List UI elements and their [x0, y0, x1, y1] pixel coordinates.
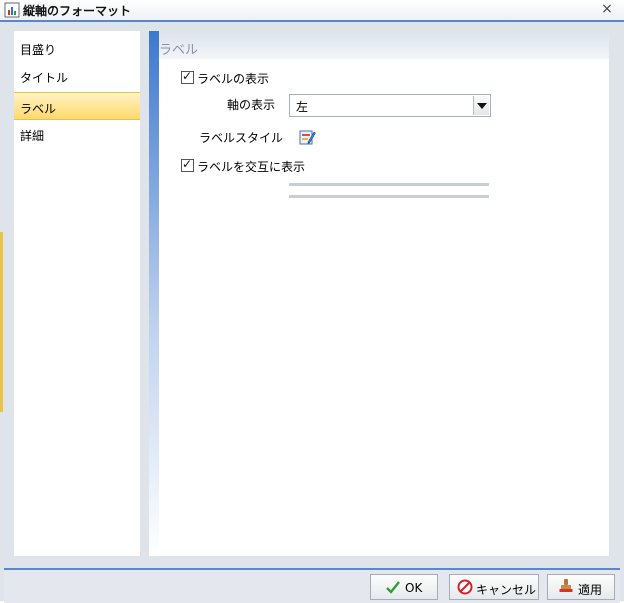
- format-vertical-axis-dialog: 縦軸のフォーマット × 目盛り タイトル ラベル 詳細 ラベル ✓ ラベルの表示…: [0, 0, 624, 603]
- labels-panel: ラベル ✓ ラベルの表示 軸の表示 左 ラベルスタイル ✓ ラベルを交互に表示: [149, 31, 609, 556]
- show-labels-checkbox[interactable]: ✓: [181, 69, 194, 84]
- axis-display-label: 軸の表示: [227, 98, 276, 112]
- apply-button-label: 適用: [578, 583, 603, 597]
- apply-button[interactable]: 適用: [547, 574, 615, 600]
- axis-display-select[interactable]: 左: [289, 94, 491, 117]
- sidebar-item-label: ラベル: [20, 102, 57, 116]
- disabled-control: [289, 195, 489, 198]
- sidebar-item-details[interactable]: 詳細: [14, 120, 140, 148]
- label-style-label: ラベルスタイル: [199, 131, 284, 145]
- sidebar-item-label: 詳細: [20, 129, 45, 143]
- sidebar-item-title[interactable]: タイトル: [14, 62, 140, 90]
- ok-button[interactable]: OK: [370, 574, 438, 600]
- disabled-control: [289, 183, 489, 186]
- show-labels-row: ✓ ラベルの表示: [181, 69, 381, 87]
- check-icon: [386, 581, 400, 594]
- chevron-down-icon: [477, 103, 487, 109]
- ok-button-label: OK: [405, 581, 423, 595]
- alternate-labels-checkbox[interactable]: ✓: [181, 157, 194, 172]
- show-labels-label: ラベルの表示: [197, 72, 270, 86]
- edit-style-icon[interactable]: [298, 128, 316, 146]
- cancel-button[interactable]: キャンセル: [449, 574, 539, 600]
- sidebar-item-ticks[interactable]: 目盛り: [14, 34, 140, 62]
- panel-side-gradient: [149, 31, 159, 556]
- axis-display-value: 左: [296, 100, 309, 114]
- checkmark-icon: ✓: [182, 69, 193, 83]
- checkmark-icon: ✓: [182, 157, 193, 171]
- chart-app-icon: [4, 2, 20, 18]
- dialog-footer: OK キャンセル 適用: [4, 568, 620, 603]
- dropdown-button[interactable]: [473, 96, 489, 115]
- alternate-labels-row: ✓ ラベルを交互に表示: [181, 157, 381, 175]
- close-button[interactable]: ×: [600, 2, 614, 16]
- alternate-labels-label: ラベルを交互に表示: [197, 160, 306, 174]
- stamp-icon: [559, 579, 573, 592]
- cancel-icon: [457, 579, 473, 595]
- title-bar[interactable]: 縦軸のフォーマット ×: [0, 0, 624, 22]
- panel-title: ラベル: [159, 43, 199, 58]
- cancel-button-label: キャンセル: [476, 583, 537, 597]
- sidebar-item-label: タイトル: [20, 71, 69, 85]
- sidebar-item-labels[interactable]: ラベル: [14, 92, 140, 120]
- panel-header: ラベル: [149, 31, 609, 59]
- category-sidebar: 目盛り タイトル ラベル 詳細: [14, 31, 140, 556]
- window-title: 縦軸のフォーマット: [23, 4, 132, 18]
- left-accent-strip: [0, 232, 3, 412]
- sidebar-item-label: 目盛り: [20, 43, 57, 57]
